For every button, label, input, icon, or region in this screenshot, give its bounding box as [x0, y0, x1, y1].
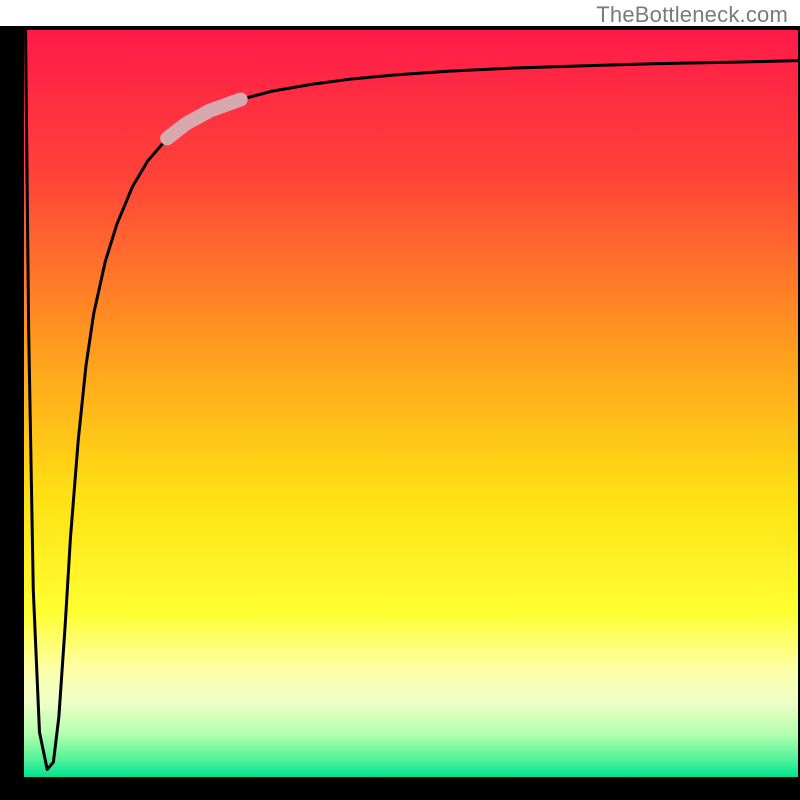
plot-area: [24, 30, 798, 777]
bottleneck-chart: [0, 0, 800, 800]
